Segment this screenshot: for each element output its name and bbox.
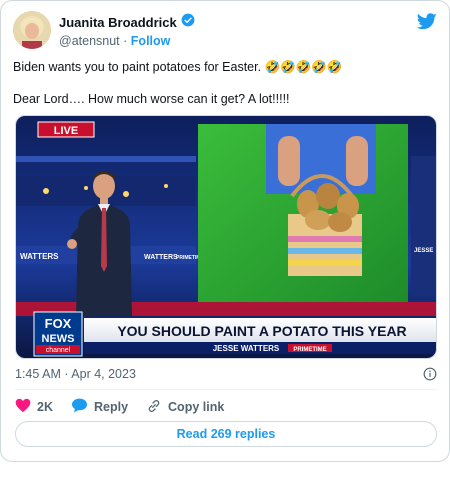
action-bar: 2K Reply Copy link <box>15 397 242 417</box>
live-badge: LIVE <box>54 125 78 137</box>
verified-badge-icon <box>181 13 195 32</box>
reply-label: Reply <box>93 400 129 414</box>
read-replies-button[interactable]: Read 269 replies <box>15 421 437 447</box>
potato-basket-image <box>198 124 408 302</box>
link-icon <box>146 398 162 417</box>
show-badge: PRIMETIME <box>293 347 326 353</box>
tv-screenshot: LIVE WATTERS WATTERS PRIMETIME JESSE YOU… <box>16 116 436 358</box>
copy-link-label: Copy link <box>168 400 225 414</box>
twitter-bird-icon[interactable] <box>416 13 437 35</box>
copy-link-button[interactable]: Copy link <box>146 398 224 417</box>
heart-icon <box>15 398 31 416</box>
divider <box>15 389 437 390</box>
tweet-header: Juanita Broaddrick @atensnut · Follow <box>13 11 439 51</box>
wall-text: WATTERS <box>144 254 178 261</box>
svg-text:FOX: FOX <box>45 316 72 331</box>
fox-news-logo: FOX NEWS channel <box>33 311 83 357</box>
display-name[interactable]: Juanita Broaddrick <box>59 15 177 30</box>
handle[interactable]: @atensnut <box>59 34 120 48</box>
tweet-line: Dear Lord…. How much worse can it get? A… <box>13 92 290 106</box>
chyron-headline: YOU SHOULD PAINT A POTATO THIS YEAR <box>117 323 406 339</box>
timestamp[interactable]: 1:45 AM · Apr 4, 2023 <box>15 367 136 381</box>
reply-button[interactable]: Reply <box>71 398 128 416</box>
tweet-media[interactable]: LIVE WATTERS WATTERS PRIMETIME JESSE YOU… <box>15 115 437 359</box>
tweet-card: Juanita Broaddrick @atensnut · Follow Bi <box>0 0 450 462</box>
separator: · <box>123 34 128 48</box>
tweet-text: Biden wants you to paint potatoes for Ea… <box>13 59 439 123</box>
author-block: Juanita Broaddrick @atensnut · Follow <box>59 13 195 48</box>
svg-text:channel: channel <box>46 347 71 354</box>
info-icon[interactable] <box>423 367 437 384</box>
wall-text: WATTERS <box>20 252 59 261</box>
svg-text:NEWS: NEWS <box>42 333 75 345</box>
reply-bubble-icon <box>71 398 88 416</box>
side-text: JESSE <box>414 248 433 254</box>
tweet-line: Biden wants you to paint potatoes for Ea… <box>13 60 343 74</box>
follow-button[interactable]: Follow <box>131 34 171 48</box>
show-name: JESSE WATTERS <box>213 344 280 353</box>
like-count: 2K <box>37 400 53 414</box>
like-button[interactable]: 2K <box>15 398 53 416</box>
avatar[interactable] <box>13 11 51 49</box>
tweet-meta: 1:45 AM · Apr 4, 2023 <box>15 367 437 383</box>
